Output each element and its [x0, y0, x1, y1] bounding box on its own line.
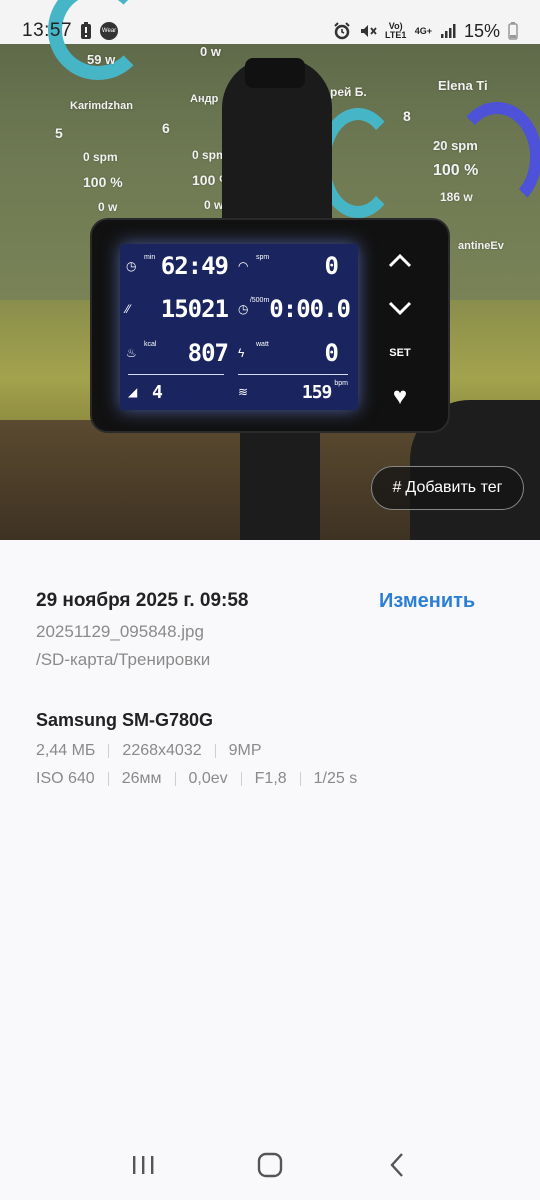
kcal-value: 807 — [187, 339, 229, 367]
projection-text: Karimdzhan — [70, 100, 133, 112]
file-size: 2,44 МБ — [36, 742, 96, 759]
spm-value: 0 — [324, 252, 339, 280]
projection-text: 0 w — [204, 198, 224, 212]
navigation-bar — [0, 1130, 540, 1200]
projection-text: 5 — [55, 125, 63, 141]
level-icon: ◢ — [128, 385, 138, 399]
shutter-speed: 1/25 s — [313, 770, 358, 787]
clock-icon: ◷ — [238, 302, 249, 316]
level-value: 4 — [152, 381, 163, 403]
spm-unit: spm — [256, 254, 270, 261]
home-icon[interactable] — [250, 1145, 290, 1185]
add-tag-label: Добавить тег — [405, 479, 503, 496]
monitor-up-button — [385, 246, 415, 276]
speedometer-icon: ◠ — [238, 259, 249, 273]
focal-length: 26мм — [121, 770, 162, 787]
watt-value: 0 — [324, 339, 339, 367]
monitor-set-button: SET — [389, 347, 411, 359]
status-time: 13:57 — [22, 20, 73, 41]
projection-text: 0 spm — [83, 150, 118, 164]
resolution: 2268x4032 — [122, 742, 202, 759]
projection-text: 20 spm — [433, 138, 478, 153]
projection-text: Андр — [190, 93, 219, 105]
file-name: 20251129_095848.jpg — [36, 622, 204, 641]
watt-unit: watt — [256, 341, 269, 348]
distance-value: 15021 — [160, 295, 229, 323]
divider — [240, 772, 242, 786]
file-meta-row: 2,44 МБ 2268x4032 9MP — [36, 742, 262, 760]
battery-alert-icon — [80, 22, 92, 40]
back-icon[interactable] — [377, 1145, 417, 1185]
projection-text: 6 — [162, 120, 170, 136]
monitor-lcd: ◷ min 62:49 ◠ spm 0 ⁄⁄ 15021 ◷ /500m 0:0… — [120, 244, 358, 410]
alarm-icon — [333, 22, 351, 40]
camera-meta-row: ISO 640 26мм 0,0ev F1,8 1/25 s — [36, 770, 357, 788]
photo-datetime: 29 ноября 2025 г. 09:58 — [36, 590, 249, 611]
divider — [108, 744, 110, 758]
recents-icon[interactable] — [123, 1145, 163, 1185]
wear-icon: Wear — [100, 22, 119, 40]
rower-post-cap — [245, 58, 305, 88]
mute-icon — [359, 22, 377, 40]
divider — [174, 772, 176, 786]
split-value: 0:00.0 — [269, 295, 351, 323]
details-panel: 29 ноября 2025 г. 09:58 Изменить 2025112… — [0, 540, 540, 1140]
projection-text: 8 — [403, 108, 411, 124]
volte-icon: Vo) LTE1 — [385, 21, 407, 40]
projection-text: рей Б. — [330, 85, 367, 99]
rower-arm — [240, 420, 320, 540]
device-name: Samsung SM-G780G — [36, 710, 214, 730]
exposure-value: 0,0ev — [188, 770, 228, 787]
status-bar: 13:57 Wear Vo) LTE1 4G+ 15% — [0, 0, 540, 62]
kcal-unit: kcal — [144, 341, 157, 348]
time-value: 62:49 — [160, 252, 229, 280]
projection-text: 186 w — [440, 190, 473, 204]
megapixels: 9MP — [228, 742, 262, 759]
split-unit: /500m — [249, 297, 270, 304]
wifi-icon: ≋ — [238, 385, 249, 399]
file-path: /SD-карта/Тренировки — [36, 650, 211, 669]
photo-preview[interactable]: 59 w 0 w Karimdzhan Андр рей Б. Elena Ti… — [0, 0, 540, 540]
projection-text: antineEv — [458, 240, 504, 252]
projection-text: Elena Ti — [438, 78, 488, 93]
monitor-heart-button: ♥ — [392, 383, 408, 410]
projection-text: 0 w — [98, 200, 118, 214]
heart-rate-value: 159 — [301, 381, 332, 403]
flame-icon: ♨ — [126, 346, 137, 360]
divider — [214, 744, 216, 758]
projection-text: 100 % — [83, 174, 123, 190]
clock-icon: ◷ — [126, 259, 137, 273]
aperture: F1,8 — [254, 770, 287, 787]
hash-icon: # — [392, 479, 402, 496]
battery-percent: 15% — [463, 20, 500, 41]
heart-rate-unit: bpm — [334, 380, 348, 387]
battery-icon — [508, 22, 518, 40]
edit-button[interactable]: Изменить — [379, 590, 475, 613]
4g-icon: 4G+ — [414, 25, 432, 36]
road-icon: ⁄⁄ — [126, 302, 131, 316]
lightning-icon: ϟ — [238, 346, 245, 360]
divider — [299, 772, 301, 786]
time-unit: min — [144, 254, 156, 261]
iso: ISO 640 — [36, 770, 95, 787]
screen: 59 w 0 w Karimdzhan Андр рей Б. Elena Ti… — [0, 0, 540, 1200]
add-tag-button[interactable]: # Добавить тег — [371, 466, 524, 510]
signal-icon — [440, 23, 456, 39]
projection-text: 100 % — [433, 162, 479, 179]
divider — [107, 772, 109, 786]
monitor-down-button — [385, 293, 415, 323]
